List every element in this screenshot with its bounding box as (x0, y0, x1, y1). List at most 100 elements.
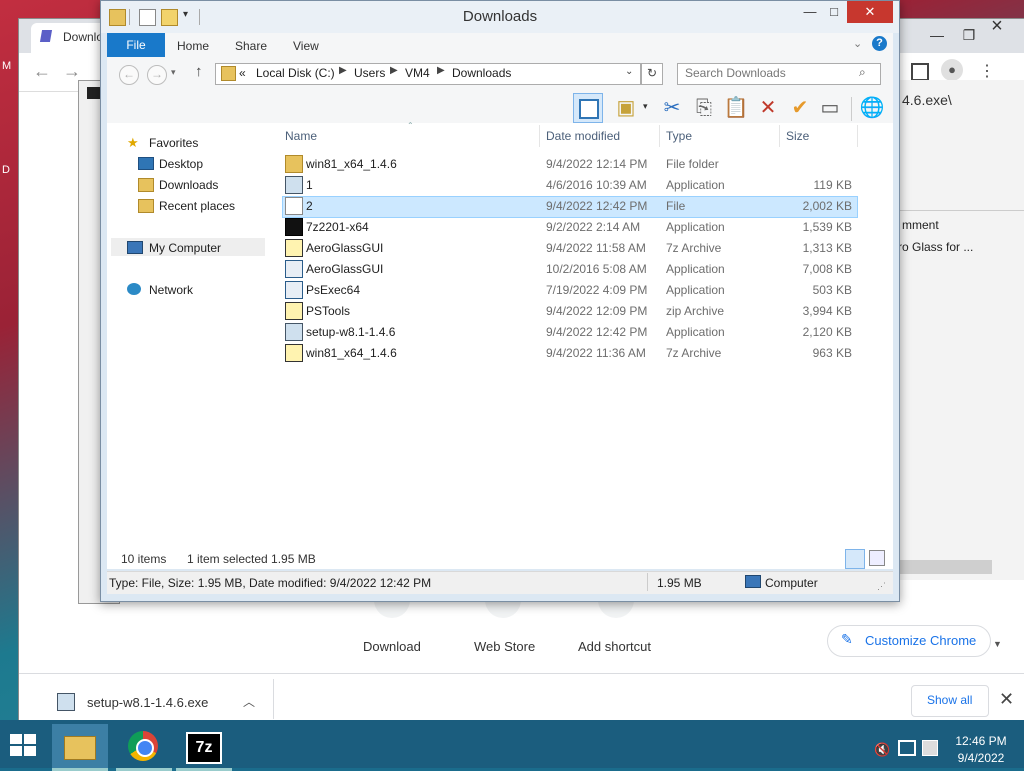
close-icon[interactable]: ✕ (847, 1, 893, 23)
breadcrumb-vm4[interactable]: VM4 (405, 66, 430, 80)
chrome-back-icon[interactable]: ← (33, 61, 51, 82)
archive-icon (285, 302, 303, 320)
column-divider[interactable] (539, 125, 540, 147)
shortcut-download-label[interactable]: Download (363, 639, 421, 654)
chrome-close-icon[interactable]: × (987, 15, 1007, 38)
up-icon[interactable]: ↑ (195, 63, 203, 80)
rename-check-icon[interactable]: ✔ (787, 95, 813, 121)
downloads-nav-icon (138, 178, 154, 192)
network-icon (127, 283, 141, 295)
file-date-cell: 9/4/2022 12:14 PM (546, 157, 648, 171)
breadcrumb-local-disk[interactable]: Local Disk (C:) (256, 66, 335, 80)
ribbon-expand-chevron-icon[interactable]: ⌄ (853, 37, 862, 50)
chevron-up-icon[interactable]: ︿ (243, 693, 255, 710)
maximize-icon[interactable]: □ (819, 1, 849, 23)
sort-arrow-icon: ⌃ (407, 121, 414, 130)
refresh-icon[interactable]: ↻ (641, 63, 663, 85)
profile-avatar-icon[interactable]: ● (941, 59, 963, 81)
taskbar-date[interactable]: 9/4/2022 (951, 751, 1011, 765)
shortcut-webstore-label[interactable]: Web Store (474, 639, 535, 654)
sidepanel-icon[interactable] (911, 63, 929, 81)
app-window-icon (285, 260, 303, 278)
file-size-cell: 3,994 KB (802, 304, 852, 318)
chrome-taskbar-icon[interactable] (116, 724, 172, 771)
recent-locations-icon[interactable]: ▾ (171, 67, 176, 78)
tab-share[interactable]: Share (235, 39, 267, 53)
nav-my-computer[interactable]: My Computer (149, 241, 221, 255)
back-icon[interactable]: ← (119, 65, 139, 85)
taskbar-time[interactable]: 12:46 PM (951, 734, 1011, 748)
close-download-bar-icon[interactable]: ✕ (999, 689, 1014, 710)
scroll-down-arrow-icon[interactable]: ▼ (993, 639, 1002, 649)
nav-desktop[interactable]: Desktop (159, 157, 203, 171)
window-title: Downloads (462, 8, 538, 25)
right-panel-scrollbar[interactable] (896, 560, 992, 574)
breadcrumb-sep-icon[interactable]: ▶ (437, 65, 445, 76)
file-size-cell: 2,120 KB (802, 325, 852, 339)
file-size-cell: 2,002 KB (802, 199, 852, 213)
tab-view[interactable]: View (293, 39, 319, 53)
file-name-cell: 1 (306, 178, 313, 192)
tab-home[interactable]: Home (177, 39, 209, 53)
check-folder-icon[interactable]: ▣ (613, 95, 639, 121)
tab-favicon-icon (39, 30, 53, 42)
nav-favorites[interactable]: Favorites (149, 136, 198, 150)
breadcrumb-downloads[interactable]: Downloads (452, 66, 511, 80)
properties-window-icon[interactable]: ▭ (817, 95, 843, 121)
file-type-cell: Application (666, 283, 725, 297)
cut-icon[interactable]: ✂ (659, 95, 685, 121)
desktop-icon (138, 157, 154, 170)
chrome-menu-icon[interactable]: ⋮ (979, 61, 995, 81)
file-type-cell: zip Archive (666, 304, 725, 318)
toolbar-dropdown-icon[interactable]: ▾ (643, 101, 648, 112)
breadcrumb-overflow[interactable]: « (239, 66, 246, 80)
column-size[interactable]: Size (786, 129, 809, 143)
resize-grip-icon[interactable]: ⋰ (877, 581, 886, 592)
nav-network[interactable]: Network (149, 283, 193, 297)
action-center-icon[interactable] (922, 740, 938, 756)
download-item-name[interactable]: setup-w8.1-1.4.6.exe (87, 695, 208, 710)
explorer-window: ▾ Downloads — □ ✕ File Home Share View ⌄… (100, 0, 900, 602)
column-divider[interactable] (779, 125, 780, 147)
start-windows-icon[interactable] (10, 734, 38, 756)
column-divider[interactable] (857, 125, 858, 147)
file-type-cell: Application (666, 220, 725, 234)
nav-downloads[interactable]: Downloads (159, 178, 218, 192)
help-icon[interactable]: ? (872, 36, 887, 51)
recent-places-icon (138, 199, 154, 213)
large-icons-view-icon[interactable] (869, 550, 885, 566)
copy-icon[interactable]: ⎘ (691, 95, 717, 121)
details-view-icon[interactable] (845, 549, 865, 569)
globe-icon[interactable]: 🌐 (859, 95, 885, 121)
chrome-minimize-icon[interactable]: — (927, 27, 947, 43)
file-type-cell: Application (666, 178, 725, 192)
search-icon[interactable]: ⌕ (859, 65, 866, 80)
file-explorer-taskbar-icon[interactable] (52, 724, 108, 771)
file-date-cell: 9/4/2022 12:42 PM (546, 199, 648, 213)
breadcrumb-sep-icon[interactable]: ▶ (339, 65, 347, 76)
show-all-label: Show all (927, 693, 973, 707)
file-date-cell: 9/4/2022 11:58 AM (546, 241, 646, 255)
forward-icon[interactable]: → (147, 65, 167, 85)
column-name[interactable]: Name (285, 129, 317, 143)
network-tray-icon[interactable] (898, 740, 916, 756)
column-date-modified[interactable]: Date modified (546, 129, 620, 143)
chrome-forward-icon[interactable]: → (63, 61, 81, 82)
breadcrumb-users[interactable]: Users (354, 66, 385, 80)
tab-file[interactable]: File (107, 33, 165, 57)
folder-icon (285, 155, 303, 173)
paste-icon[interactable]: 📋 (723, 95, 749, 121)
shortcut-add-label[interactable]: Add shortcut (578, 639, 651, 654)
file-size-cell: 503 KB (812, 283, 852, 297)
volume-muted-icon[interactable]: 🔇 (874, 742, 890, 758)
column-type[interactable]: Type (666, 129, 692, 143)
file-size-cell: 1,313 KB (802, 241, 852, 255)
address-dropdown-icon[interactable]: ⌄ (625, 66, 633, 77)
nav-recent-places[interactable]: Recent places (159, 199, 235, 213)
7zip-taskbar-icon[interactable]: 7z (176, 724, 232, 771)
chrome-maximize-icon[interactable]: ❐ (959, 27, 979, 44)
breadcrumb-sep-icon[interactable]: ▶ (390, 65, 398, 76)
column-divider[interactable] (659, 125, 660, 147)
delete-icon[interactable]: ✕ (755, 95, 781, 121)
downloads-folder-icon (221, 66, 236, 81)
